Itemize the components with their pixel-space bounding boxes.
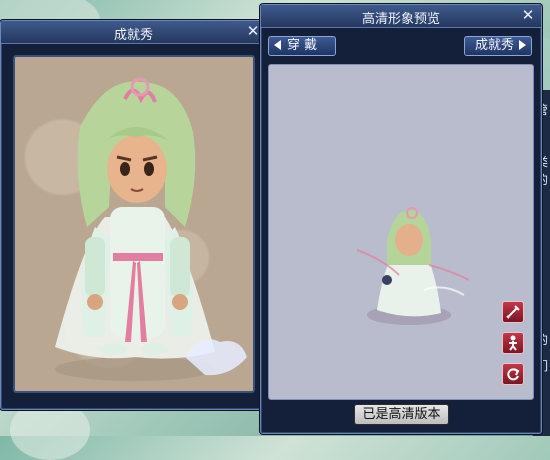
close-button[interactable]: ✕ (520, 7, 536, 23)
achievement-show-titlebar[interactable]: 成就秀 ✕ (1, 21, 266, 44)
prev-wear-button[interactable]: 穿 戴 (268, 36, 336, 56)
weapon-toggle-button[interactable] (502, 301, 524, 323)
arrow-left-icon (274, 40, 281, 50)
next-button-label: 成就秀 (474, 38, 514, 53)
sword-icon (506, 305, 520, 319)
character-3d-model (356, 207, 470, 325)
arrow-right-icon (519, 40, 526, 50)
character-preview-area[interactable] (268, 64, 534, 400)
rotate-view-button[interactable] (502, 363, 524, 385)
achievement-show-window: 成就秀 ✕ (0, 20, 267, 410)
hd-preview-titlebar[interactable]: 高清形象预览 ✕ (261, 5, 541, 28)
window-title: 高清形象预览 (361, 12, 440, 27)
character-illustration (55, 77, 247, 381)
prev-button-label: 穿 戴 (287, 38, 318, 53)
window-title: 成就秀 (113, 28, 153, 43)
rotate-icon (507, 368, 520, 381)
close-button[interactable]: ✕ (245, 23, 261, 39)
character-pose-icon (509, 335, 517, 351)
next-achievement-show-button[interactable]: 成就秀 (464, 36, 532, 56)
hd-version-status-button[interactable]: 已是高清版本 (354, 404, 449, 425)
pose-action-button[interactable] (502, 332, 524, 354)
character-portrait (13, 55, 255, 393)
